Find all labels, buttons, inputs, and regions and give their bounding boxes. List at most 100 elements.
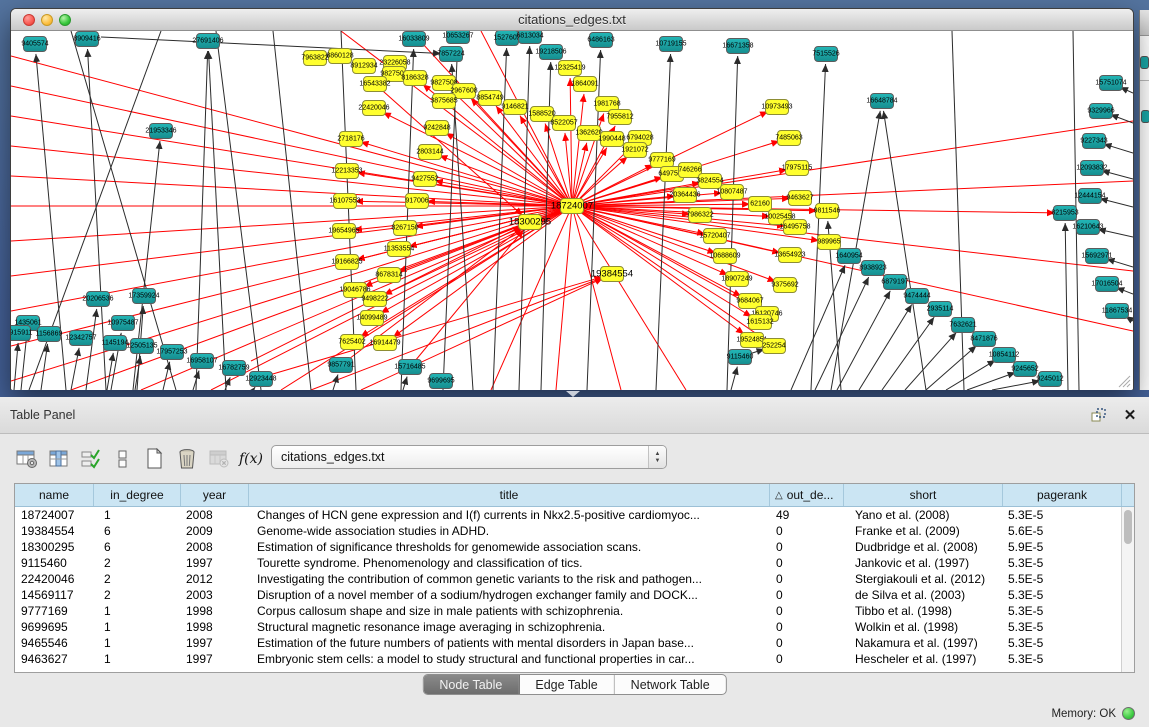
graph-node[interactable]: 7963822 [303, 50, 327, 66]
graph-node[interactable]: 12213353 [335, 163, 359, 179]
graph-node[interactable]: 1921072 [623, 142, 647, 158]
delete-trash-icon[interactable] [174, 446, 200, 472]
new-file-icon[interactable] [142, 446, 168, 472]
table-row[interactable]: 969969511998Structural magnetic resonanc… [15, 619, 1134, 635]
graph-node[interactable]: 8909416 [75, 31, 99, 47]
graph-node[interactable]: 15720407 [703, 228, 727, 244]
graph-node[interactable]: 16782759 [222, 360, 246, 376]
graph-node[interactable]: 9329966 [1089, 103, 1113, 119]
graph-node[interactable]: 7515526 [814, 46, 838, 62]
graph-node[interactable]: 8186328 [403, 70, 427, 86]
table-row[interactable]: 946362711997Embryonic stem cells: a mode… [15, 651, 1134, 667]
table-scrollbar-thumb[interactable] [1124, 510, 1132, 544]
graph-node[interactable]: 10807487 [720, 184, 744, 200]
graph-node[interactable]: 10653267 [446, 31, 470, 44]
close-panel-icon[interactable]: ✕ [1121, 406, 1139, 424]
network-canvas[interactable]: 9405574890941627691406160338091065326715… [11, 31, 1133, 390]
column-header-out_de[interactable]: △out_de... [770, 484, 844, 506]
graph-node[interactable]: 17359924 [132, 288, 156, 304]
graph-node[interactable]: 6813034 [518, 31, 542, 44]
graph-node[interactable]: 7625402 [340, 334, 364, 350]
graph-node[interactable]: 1615132 [748, 314, 772, 330]
network-table-select[interactable]: citations_edges.txt ▲▼ [271, 445, 667, 469]
graph-node[interactable]: 18907249 [725, 271, 749, 287]
graph-node[interactable]: 9463627 [788, 190, 812, 206]
row-list-icon[interactable] [110, 446, 136, 472]
graph-node[interactable]: 6879197 [883, 274, 907, 290]
graph-node[interactable]: 12923448 [249, 371, 273, 387]
graph-node[interactable]: 12342757 [69, 330, 93, 346]
graph-node[interactable]: 18724007 [560, 198, 584, 214]
graph-node[interactable]: 9227343 [1082, 133, 1106, 149]
column-header-name[interactable]: name [15, 484, 94, 506]
graph-node[interactable]: 13654923 [778, 247, 802, 263]
graph-node[interactable]: 7632621 [951, 317, 975, 333]
graph-node[interactable]: 9245012 [1038, 371, 1062, 387]
graph-node[interactable]: 19218506 [539, 44, 563, 60]
graph-node[interactable]: 16543382 [363, 76, 387, 92]
tab-edge-table[interactable]: Edge Table [519, 675, 614, 694]
graph-node[interactable]: 11353554 [387, 241, 411, 257]
tab-node-table[interactable]: Node Table [423, 675, 519, 694]
graph-node[interactable]: 27691406 [196, 33, 220, 49]
graph-node[interactable]: 16033809 [402, 31, 426, 47]
graph-node[interactable]: 8215953 [1053, 205, 1077, 221]
table-row[interactable]: 1872400712008Changes of HCN gene express… [15, 507, 1134, 523]
graph-node[interactable]: 9115460 [728, 349, 752, 365]
table-scrollbar[interactable] [1121, 507, 1134, 673]
graph-node[interactable]: 12093832 [1080, 160, 1104, 176]
graph-node[interactable]: 9811546 [815, 203, 839, 219]
graph-node[interactable]: 9427552 [413, 171, 437, 187]
graph-node[interactable]: 7955812 [608, 109, 632, 125]
tab-network-table[interactable]: Network Table [615, 675, 726, 694]
graph-node[interactable]: 16107553 [333, 193, 357, 209]
graph-node[interactable]: 9474444 [905, 288, 929, 304]
graph-node[interactable]: 9146821 [503, 99, 527, 115]
graph-node[interactable]: 19654965 [332, 223, 356, 239]
table-row[interactable]: 1456911722003Disruption of a novel membe… [15, 587, 1134, 603]
graph-node[interactable]: 9375692 [773, 277, 797, 293]
graph-node[interactable]: 16648784 [870, 93, 894, 109]
graph-node[interactable]: 3824554 [698, 173, 722, 189]
column-header-in_degree[interactable]: in_degree [94, 484, 181, 506]
graph-node[interactable]: 10973493 [765, 99, 789, 115]
graph-node[interactable]: 22420046 [362, 100, 386, 116]
graph-node[interactable]: 12325419 [558, 60, 582, 76]
graph-node[interactable]: 10975487 [111, 315, 135, 331]
graph-node[interactable]: 21953346 [149, 123, 173, 139]
graph-node[interactable]: 19524851 [740, 332, 764, 348]
graph-node[interactable]: 12505135 [130, 338, 154, 354]
graph-node[interactable]: 19384554 [600, 266, 624, 282]
function-builder-icon[interactable]: f(x) [238, 446, 264, 472]
graph-node[interactable]: 1145194 [103, 335, 127, 351]
graph-node[interactable]: 16495758 [783, 219, 807, 235]
graph-node[interactable]: 8912934 [352, 58, 376, 74]
column-header-pagerank[interactable]: pagerank [1003, 484, 1122, 506]
graph-node[interactable]: 10688609 [713, 248, 737, 264]
graph-node[interactable]: 16671358 [726, 38, 750, 54]
column-header-short[interactable]: short [844, 484, 1003, 506]
graph-node[interactable]: 16210643 [1076, 219, 1100, 235]
graph-node[interactable]: 8522057 [552, 115, 576, 131]
resize-grip[interactable] [1116, 373, 1131, 388]
graph-node[interactable]: 16958107 [190, 353, 214, 369]
graph-node[interactable]: 1640954 [837, 248, 861, 264]
graph-node[interactable]: 9498222 [363, 291, 387, 307]
column-header-title[interactable]: title [249, 484, 770, 506]
graph-node[interactable]: 8854749 [478, 90, 502, 106]
graph-node[interactable]: 18300295 [518, 214, 542, 230]
graph-node[interactable]: 15751074 [1099, 75, 1123, 91]
table-row[interactable]: 1938455462009Genome-wide association stu… [15, 523, 1134, 539]
memory-status-icon[interactable] [1122, 707, 1135, 720]
graph-node[interactable]: 16914479 [373, 335, 397, 351]
graph-node[interactable]: 8471876 [972, 331, 996, 347]
graph-node[interactable]: 9245652 [1013, 361, 1037, 377]
table-row[interactable]: 2242004622012Investigating the contribut… [15, 571, 1134, 587]
table-settings-icon[interactable] [14, 446, 40, 472]
graph-node[interactable]: 8860128 [328, 48, 352, 64]
graph-node[interactable]: 989965 [817, 234, 841, 250]
graph-node[interactable]: 8938923 [861, 260, 885, 276]
table-row[interactable]: 1830029562008Estimation of significance … [15, 539, 1134, 555]
table-row[interactable]: 946554611997Estimation of the future num… [15, 635, 1134, 651]
graph-node[interactable]: 7857224 [439, 46, 463, 62]
